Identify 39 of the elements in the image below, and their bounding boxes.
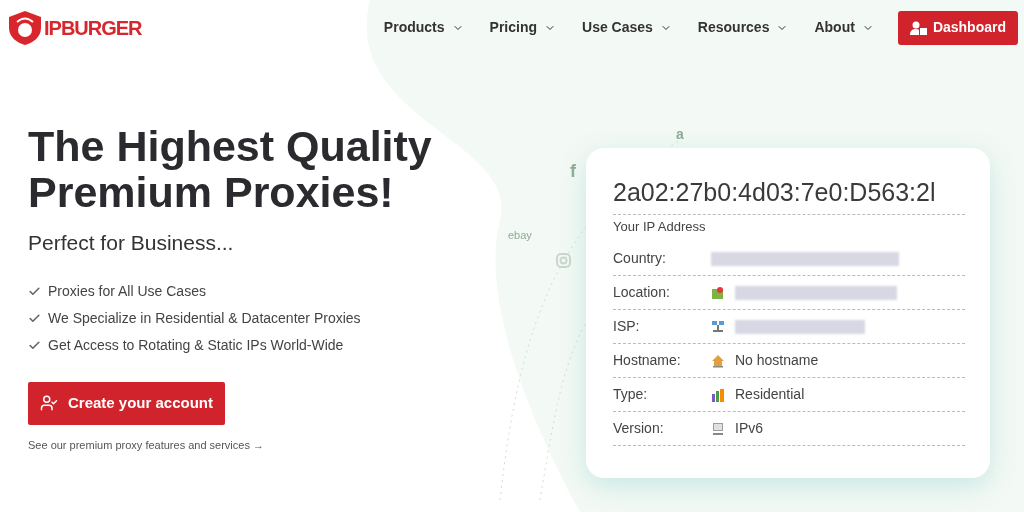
ip-address: 2a02:27b0:4d03:7e0:D563:2l: [613, 174, 965, 215]
hero-title: The Highest Quality Premium Proxies!: [28, 123, 433, 215]
nav-link[interactable]: Pricing: [489, 17, 556, 38]
dashboard-button[interactable]: Dashboard: [897, 10, 1018, 45]
nav-link[interactable]: Resources: [697, 17, 789, 38]
feature-text: Get Access to Rotating & Static IPs World-Wide: [48, 335, 344, 355]
check-icon: [28, 338, 41, 352]
nav-link[interactable]: Use Cases: [582, 17, 672, 38]
logo-text: IPBURGER: [44, 15, 142, 41]
ebay-logo: ebay: [508, 228, 532, 243]
instagram-icon: [556, 253, 571, 268]
user-check-icon: [39, 394, 58, 412]
row-value: IPv6: [735, 419, 763, 438]
row-label: Hostname:: [613, 351, 682, 370]
feature-text: Proxies for All Use Cases: [48, 281, 206, 301]
ip-caption: Your IP Address: [613, 217, 707, 236]
facebook-logo: f: [570, 160, 576, 183]
monitor-icon: [711, 421, 725, 436]
nav-link[interactable]: Products: [383, 17, 464, 38]
features-link[interactable]: See our premium proxy features and services →: [28, 436, 560, 453]
amazon-logo: a: [676, 125, 684, 144]
user-lock-icon: [909, 20, 927, 35]
row-label: Version:: [613, 419, 665, 438]
feature-text: We Specialize in Residential & Datacenter Proxies: [48, 308, 361, 328]
hero-subtitle: Perfect for Business...: [28, 230, 234, 256]
network-icon: [711, 319, 725, 334]
row-label: Country:: [613, 249, 667, 268]
create-account-button[interactable]: Create your account: [28, 381, 225, 425]
row-label: Location:: [613, 283, 671, 302]
row-label: ISP:: [613, 317, 641, 336]
house-icon: [711, 353, 725, 368]
shield-logo-icon: [8, 9, 42, 46]
row-value: No hostname: [735, 351, 819, 370]
nav-link[interactable]: About: [814, 17, 874, 38]
row-label: Type:: [613, 385, 649, 404]
bar-chart-icon: [711, 387, 725, 402]
check-icon: [28, 284, 41, 298]
row-value: Residential: [735, 385, 805, 404]
check-icon: [28, 311, 41, 325]
